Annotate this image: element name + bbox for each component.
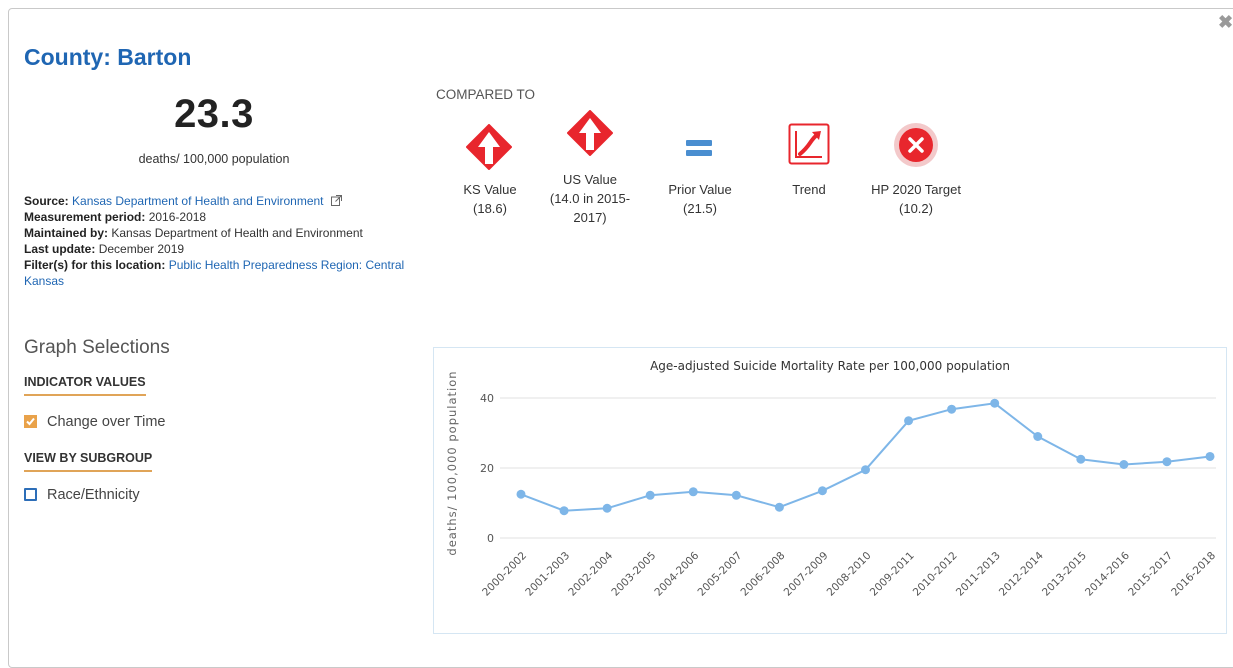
series-line (520, 402, 1211, 512)
period-line: Measurement period: 2016-2018 (24, 209, 414, 225)
ks-label: KS Value (463, 182, 517, 197)
filter-label: Filter(s) for this location: (24, 258, 166, 272)
data-point[interactable] (1033, 432, 1043, 441)
change-over-time-label: Change over Time (47, 414, 166, 430)
red-diamond-up-arrow-icon (466, 124, 512, 170)
period-label: Measurement period: (24, 210, 146, 224)
x-tick-label: 2012-2014 (997, 549, 1046, 598)
x-tick-label: 2013-2015 (1040, 550, 1089, 599)
us-detail-continued: 2017) (573, 210, 607, 225)
race-ethnicity-checkbox[interactable] (24, 488, 37, 501)
change-over-time-option[interactable]: Change over Time (24, 414, 165, 430)
x-tick-label: 2000-2002 (480, 550, 529, 599)
y-tick-label: 0 (487, 532, 494, 545)
data-point[interactable] (947, 404, 957, 414)
us-detail: (14.0 in 2015- (549, 191, 631, 206)
data-point[interactable] (1162, 457, 1172, 467)
hp2020-detail: (10.2) (899, 201, 933, 216)
data-point[interactable] (861, 465, 870, 475)
maintained-value: Kansas Department of Health and Environm… (111, 226, 363, 240)
indicator-value: 23.3 (174, 92, 254, 136)
race-ethnicity-label: Race/Ethnicity (47, 487, 140, 503)
data-point[interactable] (1076, 454, 1086, 464)
x-tick-label: 2002-2004 (566, 549, 615, 598)
chart-title: Age-adjusted Suicide Mortality Rate per … (650, 359, 1010, 373)
prior-label: Prior Value (668, 182, 732, 197)
x-tick-label: 2005-2007 (695, 550, 744, 599)
data-point[interactable] (774, 502, 784, 512)
ks-comparison[interactable]: KS Value (18.6) (445, 180, 535, 218)
x-tick-label: 2016-2018 (1169, 550, 1218, 599)
graph-selections-title: Graph Selections (24, 337, 170, 358)
x-tick-label: 2015-2017 (1126, 550, 1175, 599)
x-tick-label: 2009-2011 (868, 550, 917, 599)
update-label: Last update: (24, 242, 96, 256)
filter-line: Filter(s) for this location: Public Heal… (24, 257, 414, 289)
us-label: US Value (563, 172, 617, 187)
red-circle-x-icon (894, 123, 938, 167)
data-point[interactable] (516, 489, 526, 499)
hp2020-label: HP 2020 Target (871, 182, 961, 197)
data-point[interactable] (817, 486, 827, 496)
page-title: County: Barton (24, 44, 192, 70)
trend-up-icon (788, 123, 830, 165)
y-tick-label: 40 (480, 392, 494, 405)
prior-comparison[interactable]: Prior Value (21.5) (655, 180, 745, 218)
x-tick-label: 2003-2005 (609, 550, 658, 599)
data-point[interactable] (559, 506, 569, 516)
us-comparison[interactable]: US Value (14.0 in 2015- 2017) (545, 170, 635, 227)
view-by-subgroup-heading: VIEW BY SUBGROUP (24, 451, 153, 472)
race-ethnicity-option[interactable]: Race/Ethnicity (24, 487, 140, 503)
indicator-values-heading: INDICATOR VALUES (24, 375, 146, 396)
chart-container: Age-adjusted Suicide Mortality Rate per … (433, 347, 1227, 634)
source-link[interactable]: Kansas Department of Health and Environm… (72, 194, 323, 208)
period-value: 2016-2018 (148, 210, 207, 224)
indicator-unit: deaths/ 100,000 population (138, 152, 290, 166)
compared-to-heading: COMPARED TO (436, 87, 536, 102)
equals-icon (686, 140, 712, 156)
data-point[interactable] (1119, 460, 1129, 469)
data-point[interactable] (645, 490, 655, 500)
update-line: Last update: December 2019 (24, 241, 414, 257)
x-tick-label: 2010-2012 (911, 550, 960, 599)
maintained-label: Maintained by: (24, 226, 109, 240)
y-axis-label: deaths/ 100,000 population (445, 370, 459, 555)
x-tick-label: 2011-2013 (954, 550, 1003, 599)
hp2020-comparison[interactable]: HP 2020 Target (10.2) (857, 180, 975, 218)
red-diamond-up-arrow-icon (567, 110, 613, 156)
external-link-icon[interactable] (330, 195, 342, 206)
update-value: December 2019 (98, 242, 185, 256)
data-point[interactable] (904, 416, 914, 426)
line-chart: Age-adjusted Suicide Mortality Rate per … (445, 359, 1218, 599)
data-point[interactable] (1205, 451, 1215, 461)
maintained-line: Maintained by: Kansas Department of Heal… (24, 225, 414, 241)
close-icon[interactable]: ✖ (1218, 12, 1233, 33)
trend-label: Trend (792, 182, 826, 197)
trend-comparison[interactable]: Trend (765, 180, 853, 199)
x-tick-label: 2006-2008 (739, 550, 788, 599)
x-tick-label: 2008-2010 (825, 550, 874, 599)
x-tick-label: 2007-2009 (782, 550, 831, 599)
x-tick-label: 2001-2003 (523, 550, 572, 599)
x-tick-label: 2014-2016 (1083, 549, 1132, 598)
data-point[interactable] (602, 503, 612, 513)
source-line: Source: Kansas Department of Health and … (24, 193, 414, 209)
check-icon (26, 417, 35, 426)
change-over-time-checkbox[interactable] (24, 415, 37, 428)
source-label: Source: (24, 194, 69, 208)
x-tick-label: 2004-2006 (652, 549, 701, 598)
y-tick-label: 20 (480, 462, 494, 475)
data-point[interactable] (990, 398, 1000, 408)
data-point[interactable] (731, 490, 741, 500)
ks-detail: (18.6) (473, 201, 507, 216)
prior-detail: (21.5) (683, 201, 717, 216)
data-point[interactable] (688, 487, 698, 497)
